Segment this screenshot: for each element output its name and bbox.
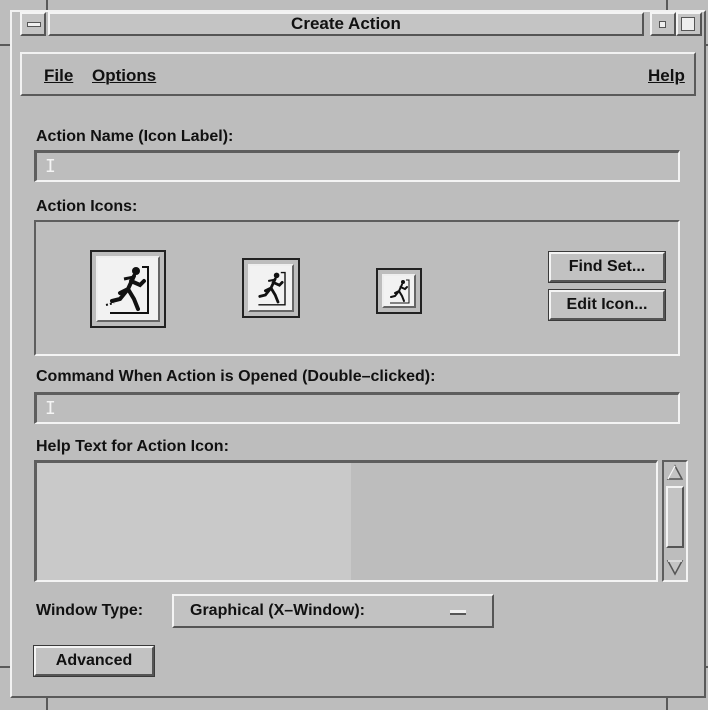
window-type-option-menu[interactable]: Graphical (X–Window): (172, 594, 494, 628)
running-man-icon (252, 269, 290, 307)
advanced-button[interactable]: Advanced (33, 645, 155, 677)
running-man-icon (102, 263, 154, 315)
menu-bar: File Options Help (20, 52, 696, 96)
title-bar[interactable]: Create Action (12, 12, 702, 38)
menu-file[interactable]: File (44, 66, 73, 86)
resize-handle-left-bottom[interactable] (0, 666, 10, 668)
resize-handle-bottom-right[interactable] (666, 698, 668, 710)
resize-handle-bottom-left[interactable] (46, 698, 48, 710)
window-type-label: Window Type: (36, 602, 144, 619)
text-cursor-icon: I (45, 156, 56, 177)
window-menu-icon[interactable] (20, 12, 46, 36)
window-type-value: Graphical (X–Window): (190, 602, 365, 619)
menu-options[interactable]: Options (92, 66, 156, 86)
edit-icon-button[interactable]: Edit Icon... (548, 289, 666, 321)
command-label: Command When Action is Opened (Double–cl… (36, 368, 436, 385)
action-icons-label: Action Icons: (36, 198, 138, 215)
help-text-area[interactable] (34, 460, 658, 582)
text-cursor-icon: I (45, 398, 56, 419)
menu-help[interactable]: Help (648, 66, 685, 86)
option-menu-indicator-icon (450, 610, 466, 615)
scroll-down-arrow-icon[interactable] (666, 558, 684, 576)
small-icon-preview[interactable] (376, 268, 422, 314)
help-text-label: Help Text for Action Icon: (36, 438, 229, 455)
medium-icon-preview[interactable] (242, 258, 300, 318)
window-title[interactable]: Create Action (48, 12, 644, 36)
large-icon-preview[interactable] (90, 250, 166, 328)
scroll-up-arrow-icon[interactable] (666, 464, 684, 482)
running-man-icon (386, 278, 412, 304)
maximize-icon[interactable] (676, 12, 702, 36)
help-text-content (37, 463, 351, 580)
find-set-button[interactable]: Find Set... (548, 251, 666, 283)
help-text-scrollbar[interactable] (662, 460, 688, 582)
resize-handle-left-top[interactable] (0, 44, 10, 46)
scrollbar-thumb[interactable] (666, 486, 684, 548)
command-field[interactable]: I (34, 392, 680, 424)
action-name-label: Action Name (Icon Label): (36, 128, 234, 145)
action-name-field[interactable]: I (34, 150, 680, 182)
minimize-icon[interactable] (650, 12, 676, 36)
